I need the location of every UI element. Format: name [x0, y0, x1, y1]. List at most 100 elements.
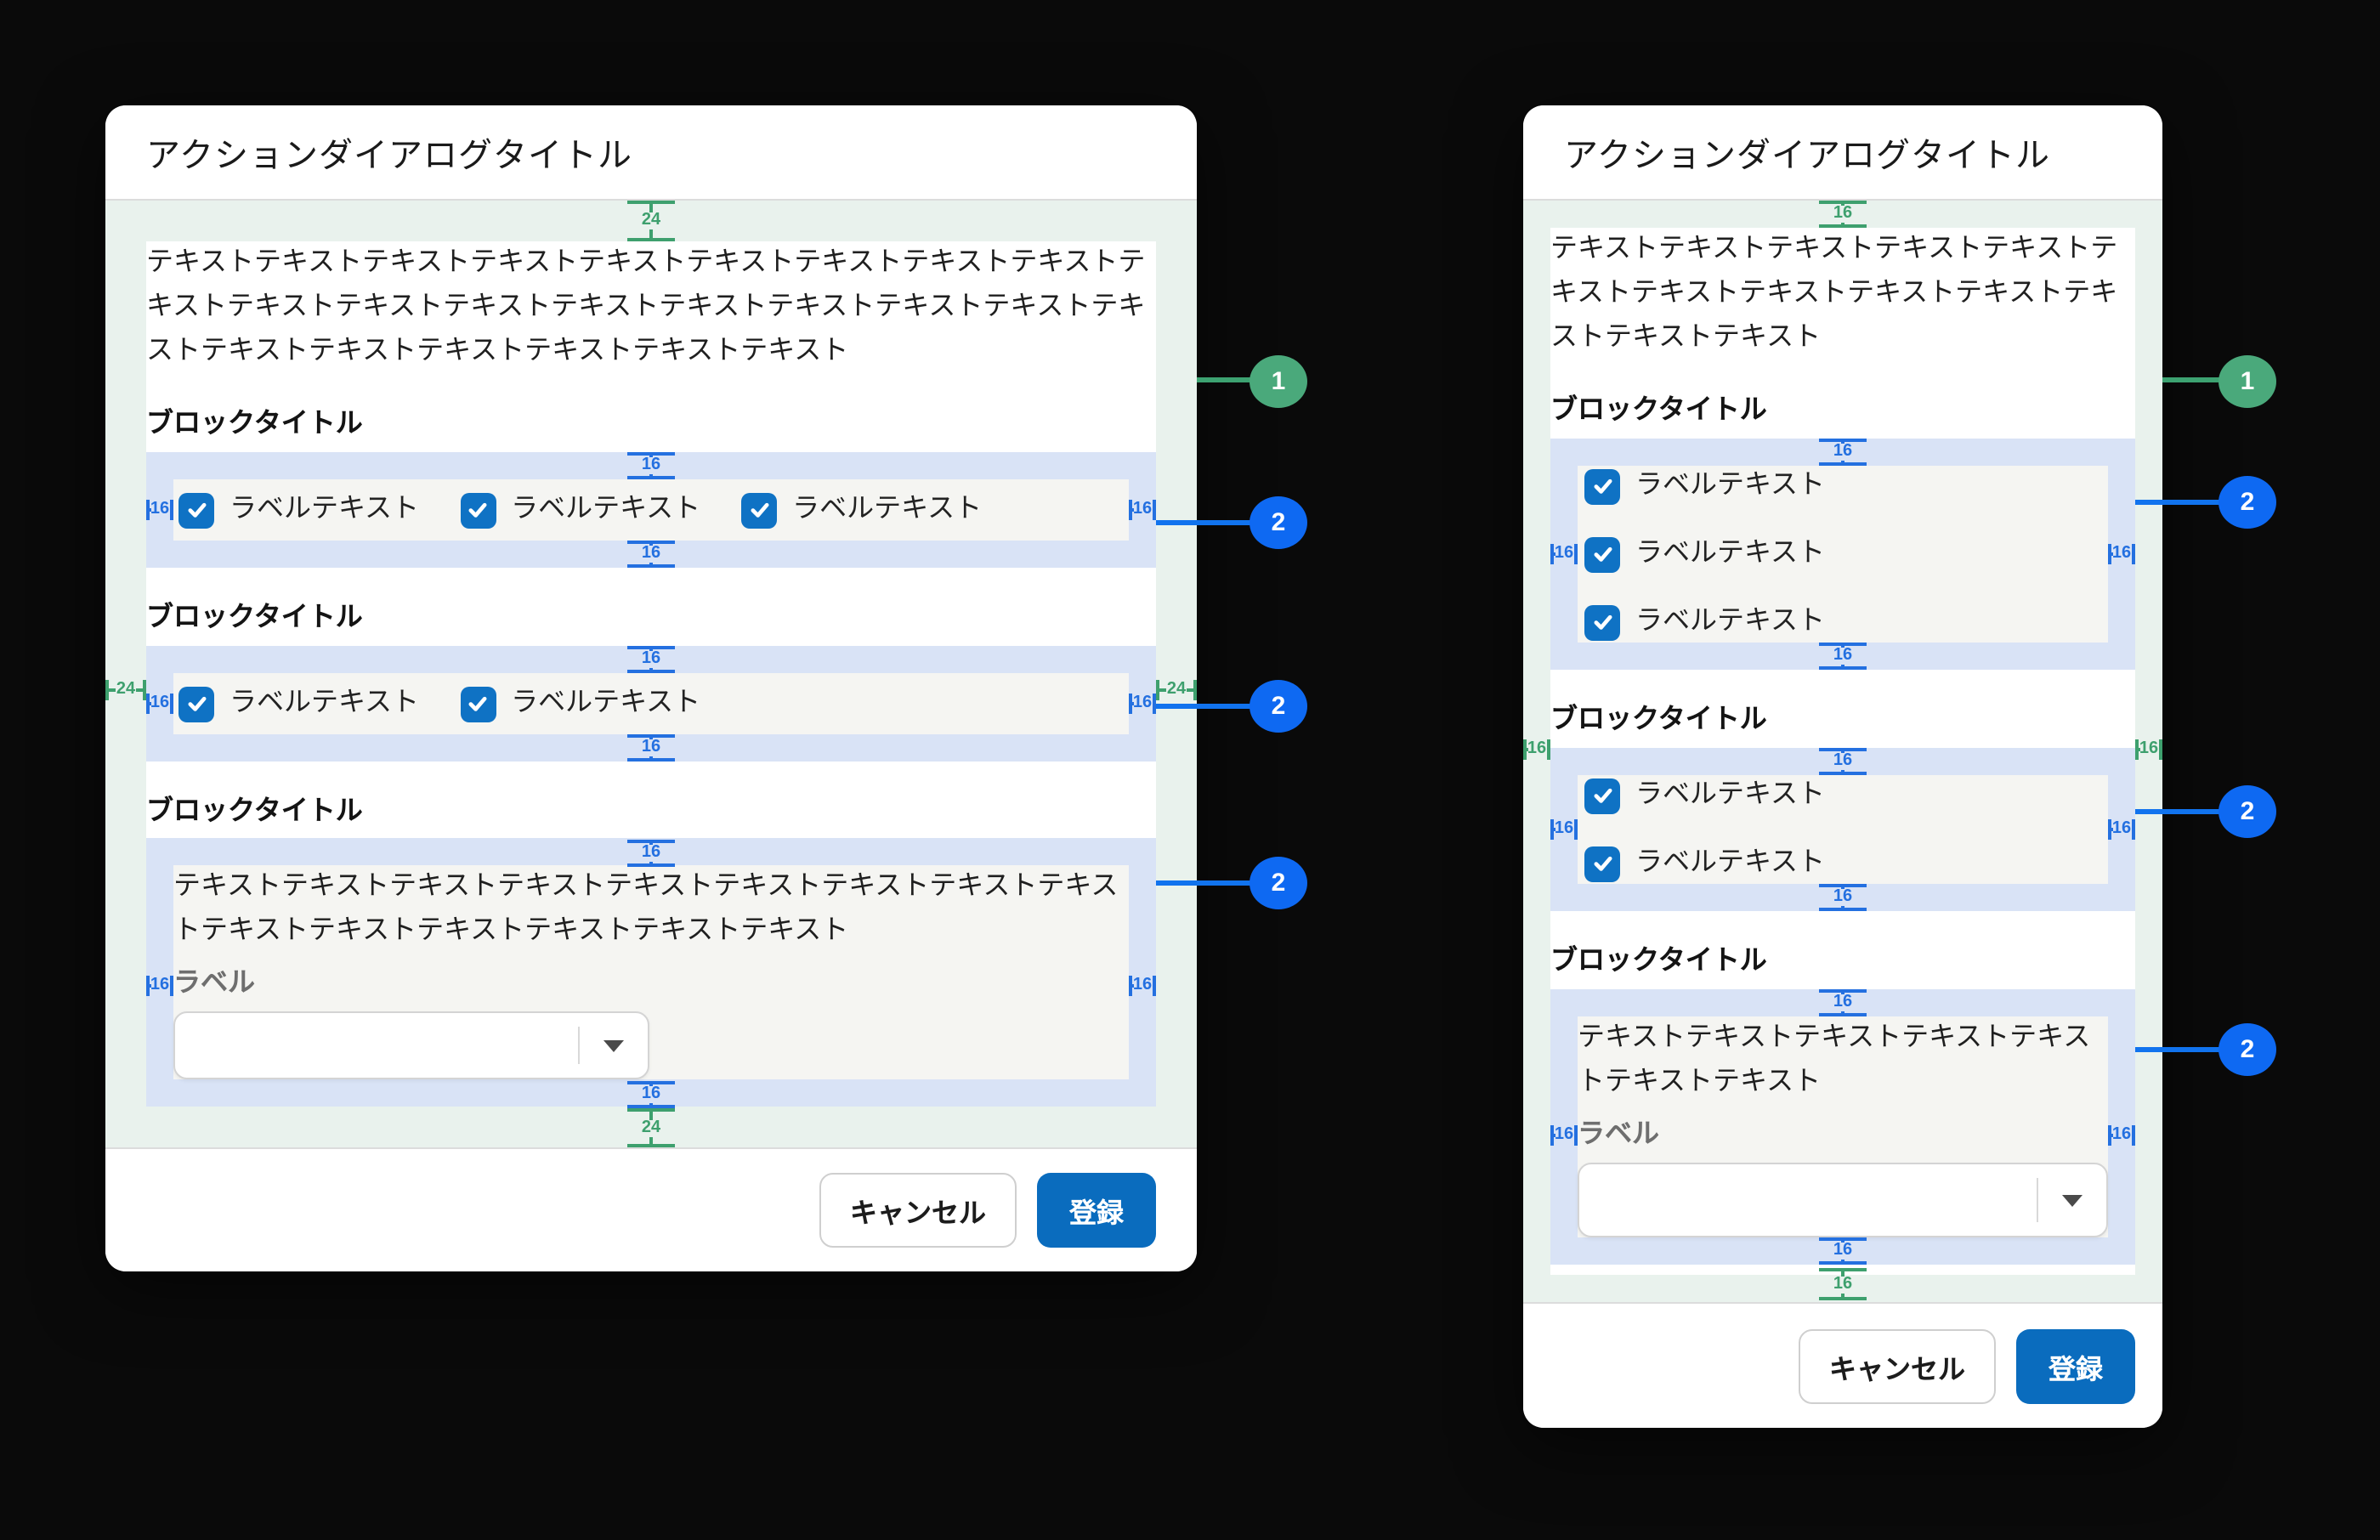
cancel-button[interactable]: キャンセル — [1799, 1329, 1996, 1404]
spacing-marker-16: 16 — [2108, 1124, 2135, 1147]
spacing-marker-16: 16 — [627, 541, 675, 568]
dialog-title: アクションダイアログタイトル — [146, 127, 632, 177]
spacing-marker-16: 16 — [146, 498, 173, 522]
dialog-footer: キャンセル 登録 — [1523, 1302, 2162, 1428]
block-title: ブロックタイトル — [1550, 945, 2135, 979]
checkbox-label: ラベルテキスト — [1635, 541, 1825, 568]
checkbox-label: ラベルテキスト — [792, 496, 982, 524]
body-text: テキストテキストテキストテキストテキストテキストテキストテキストテキストテキスト… — [146, 241, 1156, 374]
checkbox[interactable] — [460, 492, 496, 528]
spacing-marker-16: 16 — [627, 1081, 675, 1108]
checkbox-label: ラベルテキスト — [1635, 782, 1825, 809]
dialog-body: テキストテキストテキストテキストテキストテキストテキストテキストテキストテキスト… — [1523, 201, 2162, 1302]
dialog-title: アクションダイアログタイトル — [1564, 127, 2050, 177]
checkbox[interactable] — [1584, 778, 1620, 813]
checkbox-item: ラベルテキスト — [178, 490, 419, 530]
spacing-marker-16: 16 — [2108, 818, 2135, 841]
checkbox[interactable] — [460, 686, 496, 722]
spacing-marker-16: 16 — [146, 974, 173, 998]
spacing-marker-16: 16 — [2135, 738, 2162, 762]
checkbox-row: ラベルテキスト ラベルテキスト — [173, 673, 1129, 734]
spacing-marker-16: 16 — [627, 646, 675, 673]
annotation-badge-2: 2 — [1250, 496, 1307, 549]
checkbox-item: ラベルテキスト — [1584, 843, 2108, 884]
checkbox-item: ラベルテキスト — [460, 490, 700, 530]
spacing-marker-16: 16 — [1819, 884, 1867, 911]
checkbox-label: ラベルテキスト — [1635, 850, 1825, 877]
dialog-content: テキストテキストテキストテキストテキストテキストテキストテキストテキストテキスト… — [146, 241, 1156, 1107]
select-divider — [578, 1026, 580, 1065]
checkbox[interactable] — [741, 492, 777, 528]
annotation-badge-1: 1 — [1250, 355, 1307, 408]
chevron-down-icon — [2062, 1195, 2082, 1207]
checkbox-row: ラベルテキスト ラベルテキスト ラベルテキスト — [173, 479, 1129, 541]
checkbox-block: ラベルテキスト ラベルテキスト ラベルテキスト — [1550, 439, 2135, 670]
body-text: テキストテキストテキストテキストテキストテキストテキストテキストテキストテキスト… — [1550, 228, 2135, 360]
spacing-marker-16: 16 — [1550, 1124, 1578, 1147]
select-input[interactable] — [173, 1011, 649, 1079]
checkbox[interactable] — [1584, 468, 1620, 504]
checkbox-item: ラベルテキスト — [1584, 602, 2108, 643]
spacing-marker-16: 16 — [1819, 201, 1867, 228]
spacing-marker-24: 24 — [1156, 678, 1197, 702]
block-title: ブロックタイトル — [146, 408, 1156, 442]
block-title: ブロックタイトル — [146, 795, 1156, 829]
checkbox-item: ラベルテキスト — [1584, 466, 2108, 507]
connector-line — [2135, 809, 2227, 814]
spacing-marker-16: 16 — [1819, 1237, 1867, 1265]
block-title: ブロックタイトル — [1550, 394, 2135, 428]
spacing-marker-16: 16 — [1550, 818, 1578, 841]
checkbox-item: ラベルテキスト — [1584, 534, 2108, 575]
block-text: テキストテキストテキストテキストテキストテキストテキスト — [1578, 1016, 2108, 1105]
checkbox[interactable] — [1584, 536, 1620, 572]
block-title: ブロックタイトル — [1550, 704, 2135, 738]
spacing-marker-16: 16 — [1129, 692, 1156, 716]
submit-button[interactable]: 登録 — [1037, 1173, 1156, 1248]
dialog-footer: キャンセル 登録 — [105, 1147, 1197, 1271]
checkbox-column: ラベルテキスト ラベルテキスト ラベルテキスト — [1578, 466, 2108, 643]
checkbox-label: ラベルテキスト — [230, 690, 419, 717]
spacing-marker-16: 16 — [627, 734, 675, 762]
checkbox-column: ラベルテキスト ラベルテキスト — [1578, 775, 2108, 884]
spacing-marker-16: 16 — [1819, 989, 1867, 1016]
checkbox[interactable] — [178, 492, 214, 528]
block-text: テキストテキストテキストテキストテキストテキストテキストテキストテキストテキスト… — [173, 865, 1129, 954]
checkbox-label: ラベルテキスト — [1635, 609, 1825, 636]
spacing-marker-16: 16 — [1819, 748, 1867, 775]
connector-line — [2162, 377, 2227, 382]
connector-line — [1156, 880, 1258, 886]
dialog-body: テキストテキストテキストテキストテキストテキストテキストテキストテキストテキスト… — [105, 201, 1197, 1147]
connector-line — [2135, 1047, 2227, 1052]
annotation-badge-2: 2 — [2218, 785, 2276, 838]
select-block: テキストテキストテキストテキストテキストテキストテキストテキストテキストテキスト… — [146, 838, 1156, 1107]
checkbox[interactable] — [178, 686, 214, 722]
checkbox-item: ラベルテキスト — [460, 683, 700, 724]
checkbox-item: ラベルテキスト — [1584, 775, 2108, 816]
checkbox[interactable] — [1584, 604, 1620, 640]
checkbox[interactable] — [1584, 846, 1620, 881]
annotation-badge-2: 2 — [2218, 476, 2276, 529]
annotated-spec-canvas: アクションダイアログタイトル テキストテキストテキストテキストテキストテキストテ… — [0, 0, 2380, 1540]
dialog-header: アクションダイアログタイトル — [1523, 105, 2162, 201]
checkbox-label: ラベルテキスト — [511, 690, 700, 717]
spacing-marker-16: 16 — [1819, 1268, 1867, 1300]
annotation-badge-2: 2 — [1250, 857, 1307, 909]
spacing-marker-16: 16 — [627, 452, 675, 479]
checkbox-label: ラベルテキスト — [230, 496, 419, 524]
action-dialog-desktop: アクションダイアログタイトル テキストテキストテキストテキストテキストテキストテ… — [105, 105, 1197, 1271]
checkbox-label: ラベルテキスト — [511, 496, 700, 524]
annotation-badge-2: 2 — [2218, 1023, 2276, 1076]
cancel-button[interactable]: キャンセル — [819, 1173, 1017, 1248]
submit-button[interactable]: 登録 — [2016, 1329, 2135, 1404]
spacing-marker-16: 16 — [1129, 498, 1156, 522]
annotation-badge-2: 2 — [1250, 680, 1307, 733]
spacing-marker-16: 16 — [1819, 643, 1867, 670]
connector-line — [1156, 520, 1258, 525]
checkbox-item: ラベルテキスト — [178, 683, 419, 724]
block-title: ブロックタイトル — [146, 602, 1156, 636]
spacing-marker-16: 16 — [1819, 439, 1867, 466]
spacing-marker-16: 16 — [627, 840, 675, 867]
select-block: テキストテキストテキストテキストテキストテキストテキスト ラベル — [1550, 989, 2135, 1265]
select-input[interactable] — [1578, 1163, 2108, 1237]
select-label: ラベル — [1578, 1118, 1659, 1152]
